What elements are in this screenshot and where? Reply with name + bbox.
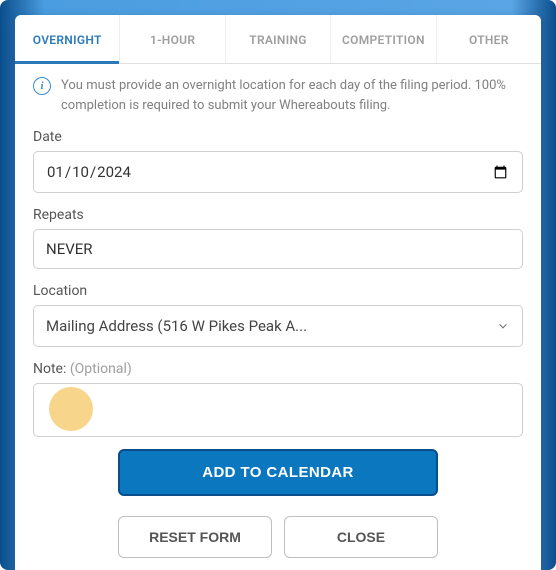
tab-other[interactable]: OTHER [437,15,541,63]
info-text: You must provide an overnight location f… [61,76,523,115]
location-label: Location [33,283,523,299]
content-area: i You must provide an overnight location… [15,64,541,570]
location-field: Location Mailing Address (516 W Pikes Pe… [33,283,523,347]
note-textarea[interactable] [33,383,523,437]
note-field: Note: (Optional) [33,361,523,441]
repeats-field: Repeats [33,207,523,269]
repeats-label: Repeats [33,207,523,223]
tab-overnight[interactable]: OVERNIGHT [15,15,120,63]
tab-1hour[interactable]: 1-HOUR [120,15,225,63]
date-field: Date [33,129,523,193]
date-input[interactable] [33,151,523,193]
tab-training[interactable]: TRAINING [226,15,331,63]
info-banner: i You must provide an overnight location… [33,76,523,115]
tab-competition[interactable]: COMPETITION [331,15,436,63]
repeats-input[interactable] [33,229,523,269]
note-label-row: Note: (Optional) [33,361,523,377]
location-select[interactable]: Mailing Address (516 W Pikes Peak A... [33,305,523,347]
close-button[interactable]: CLOSE [284,516,438,558]
reset-form-button[interactable]: RESET FORM [118,516,272,558]
secondary-button-row: RESET FORM CLOSE [33,516,523,558]
whereabouts-modal: OVERNIGHT 1-HOUR TRAINING COMPETITION OT… [15,15,541,570]
chevron-down-icon [496,319,510,333]
note-optional: (Optional) [66,361,131,377]
add-to-calendar-button[interactable]: ADD TO CALENDAR [118,449,438,496]
note-label: Note: [33,361,66,377]
tab-bar: OVERNIGHT 1-HOUR TRAINING COMPETITION OT… [15,15,541,64]
date-label: Date [33,129,523,145]
info-icon: i [33,77,51,95]
location-value: Mailing Address (516 W Pikes Peak A... [46,317,307,335]
